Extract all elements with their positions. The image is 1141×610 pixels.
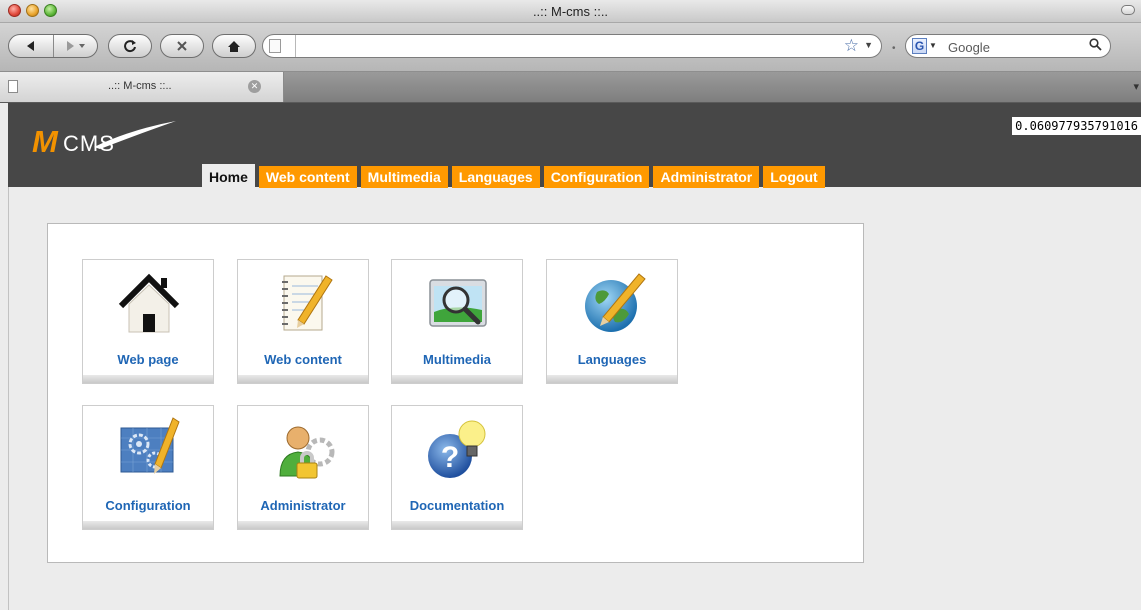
globe-pencil-icon [585,273,646,332]
tile-multimedia[interactable]: Multimedia [391,259,523,384]
menu-configuration[interactable]: Configuration [543,166,650,188]
stop-button[interactable] [160,34,204,58]
tile-languages-label: Languages [577,352,647,367]
dashboard-panel: Web page Web content Multimedia Language… [47,223,864,563]
browser-tab[interactable]: ..:: M-cms ::.. ✕ [0,72,284,102]
stop-x-icon [177,41,187,51]
home-button[interactable] [212,34,256,58]
tile-administrator[interactable]: Administrator [237,405,369,530]
toolbar-separator: • [892,43,896,54]
browser-toolbar: ☆ ▼ • G ▼ [0,23,1141,72]
menu-administrator[interactable]: Administrator [653,166,760,188]
menu-home[interactable]: Home [202,164,255,188]
house-icon [118,273,180,333]
menu-languages[interactable]: Languages [451,166,540,188]
window-title: ..:: M-cms ::.. [532,4,609,19]
history-dropdown-icon[interactable]: ▼ [864,40,873,50]
forward-arrow-icon [67,41,86,51]
menu-web-content[interactable]: Web content [258,166,357,188]
search-icon[interactable] [1089,38,1102,51]
tile-documentation-label: Documentation [409,498,505,513]
menu-multimedia[interactable]: Multimedia [360,166,448,188]
bookmark-star-icon[interactable]: ☆ [844,36,859,56]
back-forward-group [8,34,98,58]
tile-documentation[interactable]: ? Documentation [391,405,523,530]
tile-languages[interactable]: Languages [546,259,678,384]
menu-logout[interactable]: Logout [763,166,825,188]
tab-list-icon[interactable]: ▾ [1133,80,1139,93]
address-bar[interactable]: ☆ ▼ [262,34,882,58]
search-engine-dropdown-icon[interactable]: ▼ [929,41,937,50]
tab-close-icon[interactable]: ✕ [248,80,261,93]
notepad-pencil-icon [282,275,333,331]
tile-configuration[interactable]: Configuration [82,405,214,530]
tile-administrator-label: Administrator [260,498,346,513]
svg-text:?: ? [441,441,459,474]
tile-web-page-label: Web page [117,352,179,367]
main-menu: Home Web content Multimedia Languages Co… [202,164,829,188]
toolbar-toggle-button[interactable] [1121,5,1135,15]
mcms-logo[interactable]: M CMS [32,119,182,163]
forward-button[interactable] [52,35,98,57]
tile-configuration-label: Configuration [105,498,191,513]
back-arrow-icon [26,41,34,51]
tile-web-content-label: Web content [264,352,342,367]
gears-blueprint-icon [120,417,180,474]
help-lightbulb-icon: ? [428,420,486,478]
window-titlebar: ..:: M-cms ::.. [0,0,1141,23]
tile-multimedia-label: Multimedia [423,352,491,367]
logo-swoosh-icon [94,121,176,149]
search-bar[interactable]: G ▼ [905,34,1111,58]
cms-header: M CMS 0.060977935791016 Home Web content… [8,103,1141,188]
page-icon [269,39,281,53]
back-button[interactable] [9,35,53,57]
url-input[interactable] [301,37,845,57]
tile-web-page[interactable]: Web page [82,259,214,384]
user-lock-icon [279,426,335,479]
logo-letter: M [32,124,58,159]
reload-button[interactable] [108,34,152,58]
tab-strip: ..:: M-cms ::.. ✕ ▾ [0,72,1141,103]
tab-title: ..:: M-cms ::.. [108,80,172,92]
random-number-display: 0.060977935791016 [1012,117,1141,135]
search-input[interactable] [946,37,1080,57]
home-icon [228,40,240,52]
search-engine-icon[interactable]: G [912,38,927,54]
tab-page-icon [8,80,18,93]
tile-web-content[interactable]: Web content [237,259,369,384]
reload-icon [124,40,136,53]
content-left-border [8,187,9,610]
image-magnifier-icon [429,279,487,327]
address-divider [295,35,296,57]
